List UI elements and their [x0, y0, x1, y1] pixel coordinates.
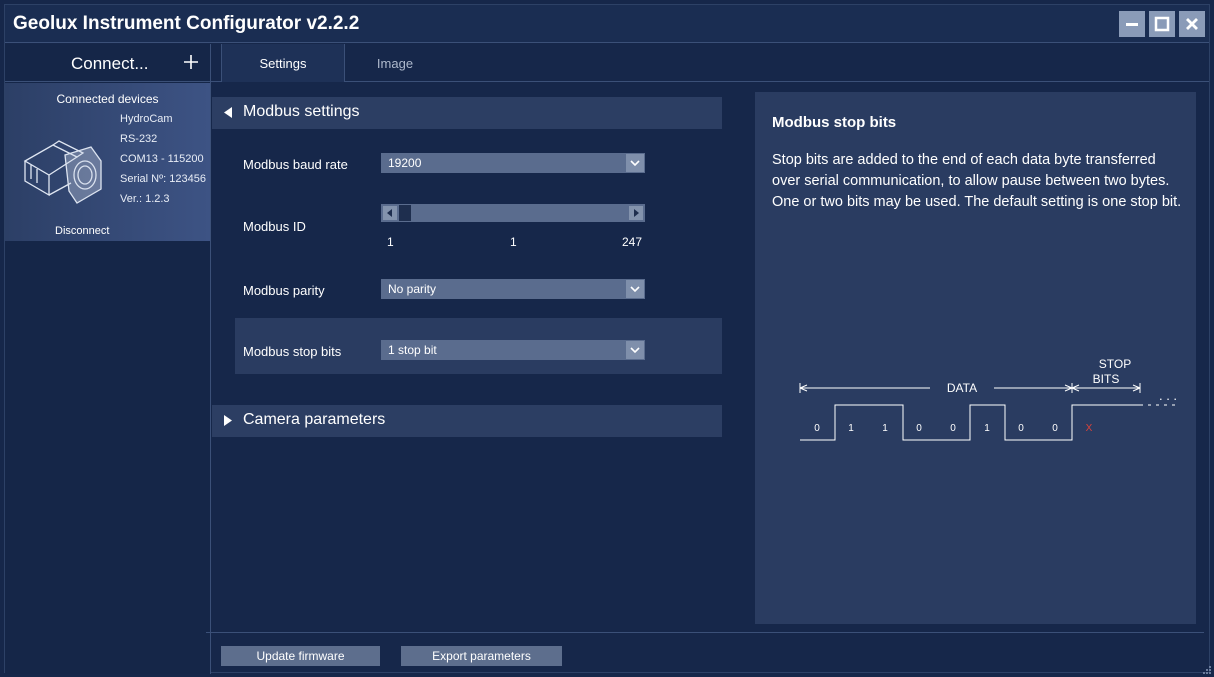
stop-bit-label: X	[1086, 423, 1093, 434]
stop-label-line2: BITS	[1093, 372, 1120, 386]
data-bit-label: 0	[950, 423, 956, 434]
tab-image[interactable]: Image	[345, 44, 445, 82]
resize-grip-icon[interactable]	[1202, 665, 1212, 675]
chevron-down-icon[interactable]	[626, 280, 644, 298]
camera-parameters-header[interactable]: Camera parameters	[212, 405, 722, 437]
disconnect-button[interactable]: Disconnect	[55, 225, 109, 237]
data-label: DATA	[947, 381, 977, 395]
expand-arrow-icon	[224, 415, 232, 426]
data-bit-label: 0	[814, 423, 820, 434]
app-title: Geolux Instrument Configurator v2.2.2	[13, 13, 360, 34]
collapse-arrow-icon	[224, 107, 232, 118]
modbus-id-label: Modbus ID	[243, 219, 306, 234]
maximize-icon	[1154, 16, 1170, 32]
device-serial: Serial Nº: 123456	[120, 173, 206, 185]
baud-rate-dropdown[interactable]: 19200	[381, 153, 645, 173]
slider-left-arrow-icon[interactable]	[383, 206, 397, 220]
export-parameters-button[interactable]: Export parameters	[401, 646, 562, 666]
device-name: HydroCam	[120, 113, 173, 125]
slider-right-arrow-icon[interactable]	[629, 206, 643, 220]
connected-devices-header: Connected devices	[56, 92, 159, 106]
update-firmware-button[interactable]: Update firmware	[221, 646, 380, 666]
ellipsis: . . .	[1159, 388, 1177, 403]
modbus-id-max: 247	[622, 235, 643, 249]
camera-device-icon	[23, 140, 102, 204]
stop-bits-value: 1 stop bit	[388, 343, 437, 357]
modbus-id-min: 1	[387, 235, 394, 249]
baud-rate-label: Modbus baud rate	[243, 157, 348, 172]
help-body: Stop bits are added to the end of each d…	[772, 152, 1182, 210]
help-panel: Modbus stop bits Stop bits are added to …	[755, 92, 1196, 624]
data-bit-label: 0	[916, 423, 922, 434]
tab-bar: Settings Image	[211, 44, 1209, 82]
data-bit-label: 0	[1052, 423, 1058, 434]
minimize-button[interactable]	[1119, 11, 1145, 37]
connect-button[interactable]: Connect...	[5, 44, 210, 82]
device-card[interactable]: Connected devices HydroCam RS-232 COM13 …	[5, 83, 210, 241]
camera-parameters-title: Camera parameters	[243, 411, 386, 428]
plus-icon[interactable]	[182, 51, 200, 73]
slider-thumb[interactable]	[399, 205, 411, 221]
parity-value: No parity	[388, 282, 437, 296]
connect-label: Connect...	[71, 54, 149, 73]
baud-rate-value: 19200	[388, 156, 422, 170]
stop-bits-diagram: DATA STOP BITS . . . 0 1 1 0 0 1 0 0 X	[799, 357, 1178, 441]
parity-label: Modbus parity	[243, 283, 325, 298]
stop-label-line1: STOP	[1099, 357, 1131, 371]
data-bit-label: 1	[882, 423, 888, 434]
device-interface: RS-232	[120, 133, 158, 145]
parity-dropdown[interactable]: No parity	[381, 279, 645, 299]
maximize-button[interactable]	[1149, 11, 1175, 37]
bit-labels: 0 1 1 0 0 1 0 0 X	[814, 423, 1092, 434]
device-sidebar: Connect... Connected devices HydroCam RS…	[5, 44, 211, 674]
help-title: Modbus stop bits	[772, 114, 897, 131]
close-icon	[1186, 18, 1198, 30]
modbus-settings-title: Modbus settings	[243, 103, 360, 120]
close-button[interactable]	[1179, 11, 1205, 37]
device-version: Ver.: 1.2.3	[120, 193, 170, 205]
modbus-id-slider[interactable]	[381, 204, 645, 222]
footer-divider	[206, 632, 1204, 633]
data-bit-label: 0	[1018, 423, 1024, 434]
modbus-settings-header[interactable]: Modbus settings	[212, 97, 722, 129]
window-controls	[1119, 11, 1205, 37]
modbus-id-current: 1	[510, 235, 517, 249]
chevron-down-icon[interactable]	[626, 341, 644, 359]
stop-bits-label: Modbus stop bits	[243, 344, 342, 359]
data-bit-label: 1	[984, 423, 990, 434]
device-port: COM13 - 115200	[120, 153, 204, 165]
chevron-down-icon[interactable]	[626, 154, 644, 172]
minimize-icon	[1126, 23, 1138, 26]
title-bar[interactable]: Geolux Instrument Configurator v2.2.2	[5, 5, 1209, 43]
tab-settings[interactable]: Settings	[221, 44, 345, 82]
stop-bits-dropdown[interactable]: 1 stop bit	[381, 340, 645, 360]
data-bit-label: 1	[848, 423, 854, 434]
